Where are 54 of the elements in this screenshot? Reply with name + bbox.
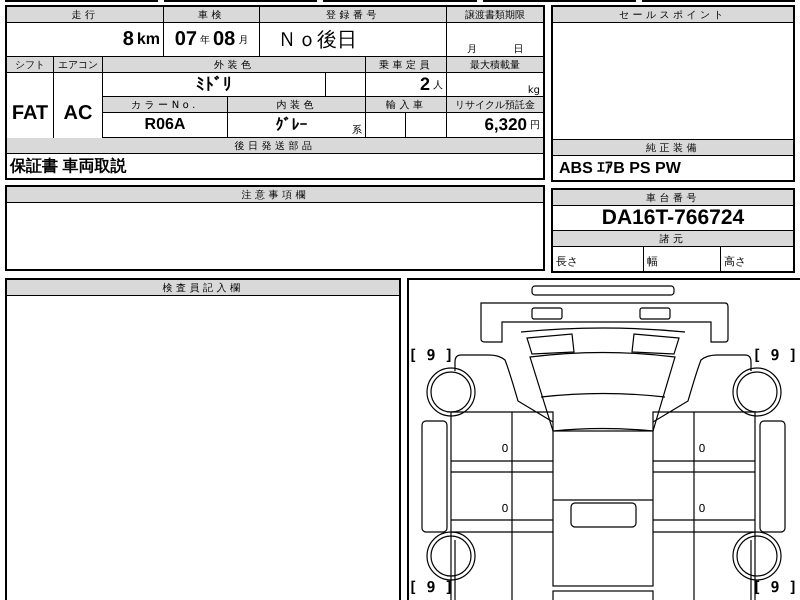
- column-header: 車検: [198, 8, 225, 22]
- unit-label: 日: [513, 43, 524, 56]
- section-header: 純正装備: [646, 142, 700, 154]
- damage-mark: [ 9 ]: [409, 578, 454, 596]
- damage-mark: [ 9 ]: [409, 346, 454, 364]
- damage-mark: 0: [502, 502, 508, 515]
- damage-mark: [ 9 ]: [752, 578, 798, 596]
- column-header: 乗車定員: [379, 58, 433, 72]
- column-header: 登録番号: [326, 8, 380, 22]
- unit-label: 円: [530, 119, 540, 132]
- column-header: 走行: [72, 8, 98, 22]
- field-value: AC: [64, 102, 92, 124]
- spec-label: 高さ: [721, 247, 793, 271]
- unit-label: 年: [200, 34, 210, 46]
- unit-label: 月: [238, 34, 248, 46]
- unit-label: 系: [352, 124, 362, 137]
- field-value: R06A: [144, 116, 186, 134]
- unit-label: 人: [433, 78, 443, 92]
- damage-mark: [ 9 ]: [752, 346, 798, 364]
- field-value: ﾐﾄﾞﾘ: [196, 74, 232, 94]
- field-value: Ｎｏ後日: [276, 28, 357, 53]
- column-header: シフト: [15, 58, 45, 72]
- section-header: 車台番号: [646, 192, 700, 204]
- field-value: 保証書 車両取説: [10, 156, 126, 176]
- section-header: 諸元: [660, 232, 686, 246]
- column-header: カラーNo.: [131, 98, 199, 112]
- damage-mark: 0: [698, 442, 706, 455]
- field-value: ｸﾞﾚｰ: [276, 116, 308, 134]
- damage-mark: 0: [698, 502, 706, 515]
- field-value: km: [136, 30, 160, 48]
- section-header: 注意事項欄: [241, 188, 309, 202]
- section-header: セールスポイント: [619, 8, 727, 22]
- column-header: 内装色: [276, 98, 317, 112]
- field-value: FAT: [12, 102, 48, 124]
- field-value: 07: [174, 28, 197, 51]
- field-value: DA16T-766724: [602, 206, 744, 230]
- field-value: 6,320: [484, 115, 527, 135]
- column-header: 最大積載量: [470, 58, 520, 72]
- damage-mark: 0: [502, 442, 508, 455]
- unit-label: 月: [466, 43, 477, 56]
- column-header: リサイクル預託金: [455, 98, 535, 112]
- section-header: 検査員記入欄: [162, 282, 244, 294]
- column-header: 輸入車: [386, 98, 426, 112]
- column-header: 外装色: [214, 58, 254, 72]
- spec-label: 長さ: [553, 247, 643, 271]
- field-value: 8: [122, 28, 134, 51]
- field-value: 2: [420, 74, 430, 95]
- unit-label: kg: [528, 85, 540, 96]
- field-value: 08: [213, 28, 236, 51]
- column-header: 後日発送部品: [234, 140, 316, 152]
- spec-label: 幅: [644, 247, 720, 271]
- column-header: エアコン: [58, 58, 98, 72]
- column-header: 譲渡書類期限: [465, 8, 525, 22]
- field-value: ABS ｴｱB PS PW: [559, 158, 681, 178]
